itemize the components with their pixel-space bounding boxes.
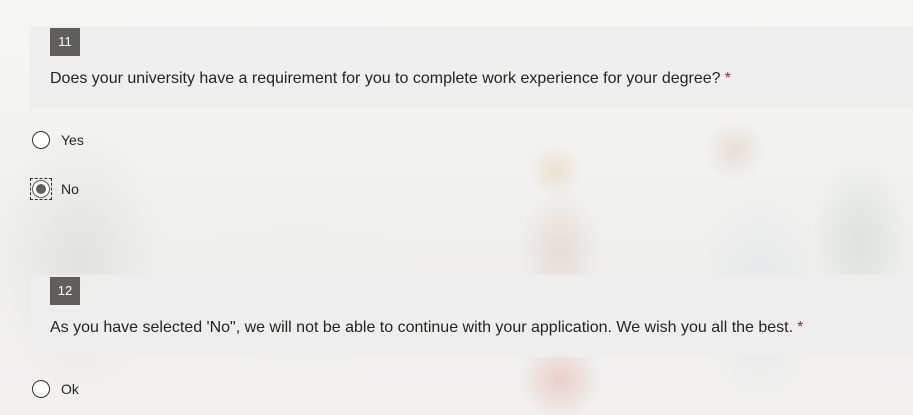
question-11: 11 Does your university have a requireme…: [30, 26, 913, 200]
question-12: 12 As you have selected 'No", we will no…: [30, 275, 913, 398]
option-label: Ok: [61, 381, 79, 397]
question-header: 11 Does your university have a requireme…: [30, 26, 913, 108]
question-number-badge: 11: [50, 28, 80, 56]
required-asterisk: *: [724, 70, 731, 87]
question-title-text: As you have selected 'No", we will not b…: [50, 319, 794, 336]
question-header: 12 As you have selected 'No", we will no…: [30, 275, 913, 357]
radio-button[interactable]: [32, 380, 50, 398]
focus-indicator: [30, 178, 52, 200]
option-label: Yes: [61, 132, 84, 148]
option-label: No: [61, 181, 79, 197]
question-title: As you have selected 'No", we will not b…: [50, 317, 893, 339]
radio-button[interactable]: [32, 131, 50, 149]
option-ok[interactable]: Ok: [32, 380, 79, 398]
option-no[interactable]: No: [30, 178, 79, 200]
option-yes[interactable]: Yes: [32, 131, 84, 149]
radio-wrapper[interactable]: [30, 178, 52, 200]
question-title-text: Does your university have a requirement …: [50, 70, 721, 87]
required-asterisk: *: [797, 319, 804, 336]
question-number-badge: 12: [50, 277, 80, 305]
question-title: Does your university have a requirement …: [50, 68, 893, 90]
